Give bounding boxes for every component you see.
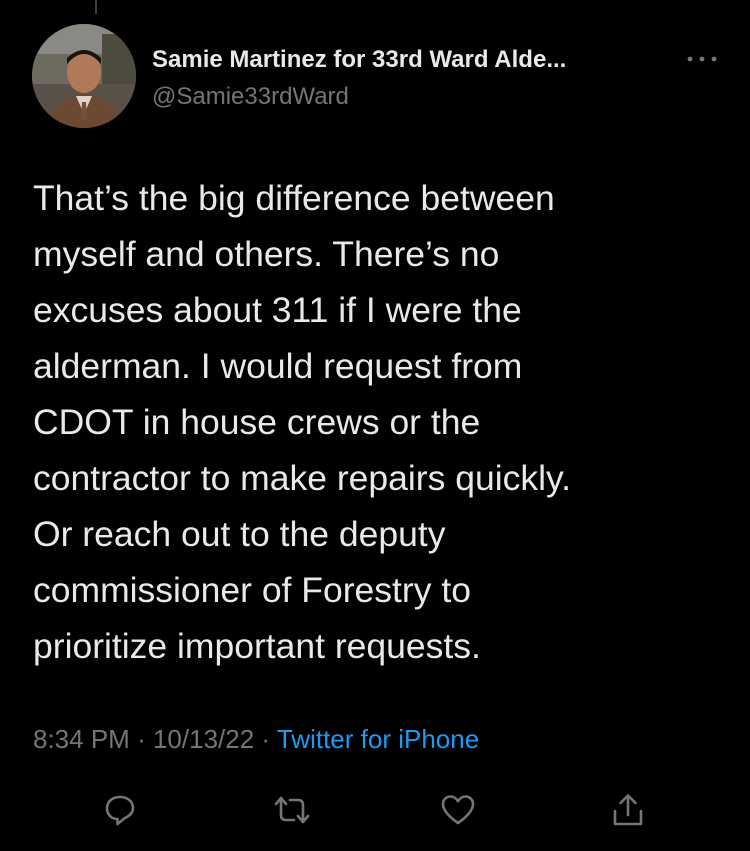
avatar[interactable] xyxy=(32,24,136,128)
tweet-line: contractor to make repairs quickly. xyxy=(33,458,571,498)
author-display-name[interactable]: Samie Martinez for 33rd Ward Alde... xyxy=(152,46,672,74)
retweet-icon[interactable] xyxy=(268,786,316,834)
tweet-line: prioritize important requests. xyxy=(33,626,481,666)
tweet-line: myself and others. There’s no xyxy=(33,234,500,274)
author-handle[interactable]: @Samie33rdWard xyxy=(152,83,349,111)
tweet-metadata: 8:34 PM · 10/13/22 · Twitter for iPhone xyxy=(33,724,479,755)
tweet-date: 10/13/22 xyxy=(152,724,255,754)
tweet-line: excuses about 311 if I were the xyxy=(33,290,522,330)
share-icon[interactable] xyxy=(604,786,652,834)
avatar-photo xyxy=(32,24,136,128)
tweet-time: 8:34 PM xyxy=(33,724,130,754)
tweet-text: That’s the big difference between myself… xyxy=(33,170,723,674)
tweet-line: alderman. I would request from xyxy=(33,346,523,386)
tweet-source-link[interactable]: Twitter for iPhone xyxy=(277,724,479,754)
more-options-icon[interactable] xyxy=(682,46,722,72)
meta-separator: · xyxy=(137,724,146,754)
tweet-line: CDOT in house crews or the xyxy=(33,402,481,442)
tweet-line: Or reach out to the deputy xyxy=(33,514,446,554)
tweet-action-bar xyxy=(0,778,750,842)
like-icon[interactable] xyxy=(434,786,482,834)
thread-connector-line xyxy=(95,0,97,14)
meta-separator: · xyxy=(261,724,271,754)
reply-icon[interactable] xyxy=(96,786,144,834)
tweet-line: commissioner of Forestry to xyxy=(33,570,471,610)
tweet-line: That’s the big difference between xyxy=(33,178,555,218)
